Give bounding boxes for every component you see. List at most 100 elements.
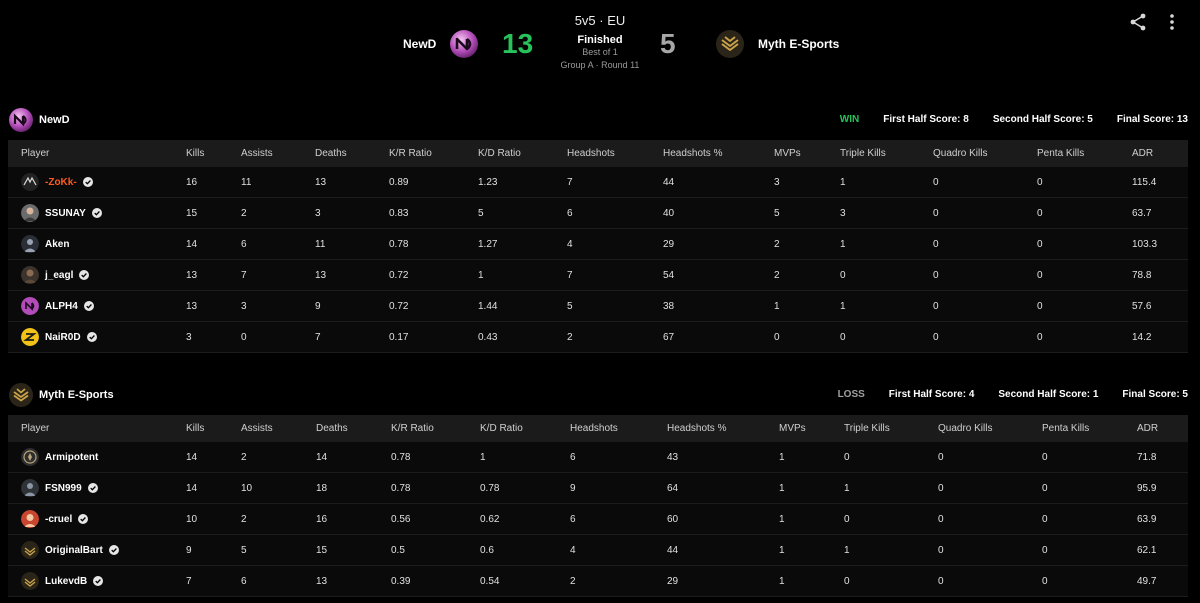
col-kills[interactable]: Kills — [186, 140, 241, 167]
stat-cell: 9 — [315, 290, 389, 322]
player-avatar[interactable] — [21, 204, 39, 222]
player-cell[interactable]: SSUNAY — [8, 197, 186, 229]
player-name[interactable]: SSUNAY — [45, 208, 86, 219]
player-info[interactable]: j_eagl — [21, 266, 186, 284]
table-row[interactable]: -cruel 10 2 16 0.56 0.62 6 60 1 0 0 0 63.9 — [8, 503, 1188, 535]
table-row[interactable]: Aken 14 6 11 0.78 1.27 4 29 2 1 0 0 103.3 — [8, 228, 1188, 260]
player-cell[interactable]: FSN999 — [8, 472, 186, 504]
col-headshots[interactable]: Headshots — [567, 140, 663, 167]
myth-esports-team-logo[interactable] — [8, 382, 34, 408]
player-info[interactable]: ALPH4 — [21, 297, 186, 315]
myth-esports-team-logo[interactable] — [715, 29, 745, 59]
player-name[interactable]: -cruel — [45, 514, 72, 525]
player-info[interactable]: FSN999 — [21, 479, 186, 497]
col-quadro-kills[interactable]: Quadro Kills — [933, 140, 1037, 167]
player-avatar[interactable] — [21, 235, 39, 253]
player-info[interactable]: Armipotent — [21, 448, 186, 466]
col-player[interactable]: Player — [8, 415, 186, 442]
table-row[interactable]: -ZoKk- 16 11 13 0.89 1.23 7 44 3 1 0 0 115.4 — [8, 167, 1188, 198]
player-avatar[interactable] — [21, 297, 39, 315]
player-cell[interactable]: NaiR0D — [8, 321, 186, 353]
more-vertical-icon[interactable] — [1162, 12, 1182, 32]
player-cell[interactable]: ALPH4 — [8, 290, 186, 322]
stat-cell: 13 — [315, 259, 389, 291]
player-cell[interactable]: j_eagl — [8, 259, 186, 291]
col-adr[interactable]: ADR — [1132, 140, 1188, 167]
col-quadro-kills[interactable]: Quadro Kills — [938, 415, 1042, 442]
player-avatar[interactable] — [21, 328, 39, 346]
stat-cell: 1.23 — [478, 167, 567, 198]
col-kd-ratio[interactable]: K/D Ratio — [480, 415, 570, 442]
player-cell[interactable]: -cruel — [8, 503, 186, 535]
verified-check-icon — [83, 301, 94, 311]
col-headshots[interactable]: Headshots — [570, 415, 667, 442]
player-info[interactable]: -ZoKk- — [21, 173, 186, 191]
col-triple-kills[interactable]: Triple Kills — [844, 415, 938, 442]
share-icon[interactable] — [1128, 12, 1148, 32]
col-mvps[interactable]: MVPs — [779, 415, 844, 442]
player-name[interactable]: Aken — [45, 239, 69, 250]
player-info[interactable]: Aken — [21, 235, 186, 253]
player-info[interactable]: LukevdB — [21, 572, 186, 590]
player-name[interactable]: NaiR0D — [45, 332, 81, 343]
col-assists[interactable]: Assists — [241, 140, 315, 167]
col-kills[interactable]: Kills — [186, 415, 241, 442]
col-headshots-pct[interactable]: Headshots % — [667, 415, 779, 442]
team-name[interactable]: NewD — [39, 114, 70, 126]
stats-table: Player Kills Assists Deaths K/R Ratio K/… — [8, 415, 1188, 597]
stat-cell: 6 — [241, 228, 315, 260]
player-info[interactable]: SSUNAY — [21, 204, 186, 222]
player-name[interactable]: LukevdB — [45, 576, 87, 587]
player-name[interactable]: ALPH4 — [45, 301, 78, 312]
table-row[interactable]: NaiR0D 3 0 7 0.17 0.43 2 67 0 0 0 0 14.2 — [8, 321, 1188, 353]
player-cell[interactable]: LukevdB — [8, 565, 186, 597]
col-deaths[interactable]: Deaths — [315, 140, 389, 167]
col-penta-kills[interactable]: Penta Kills — [1037, 140, 1132, 167]
table-row[interactable]: OriginalBart 9 5 15 0.5 0.6 4 44 1 1 0 0 62.1 — [8, 534, 1188, 566]
newd-team-logo[interactable] — [8, 107, 34, 133]
player-avatar[interactable] — [21, 448, 39, 466]
player-cell[interactable]: Armipotent — [8, 442, 186, 473]
col-adr[interactable]: ADR — [1137, 415, 1188, 442]
col-mvps[interactable]: MVPs — [774, 140, 840, 167]
team-right-name[interactable]: Myth E-Sports — [758, 37, 839, 51]
table-row[interactable]: FSN999 14 10 18 0.78 0.78 9 64 1 1 0 0 95.9 — [8, 472, 1188, 504]
player-avatar[interactable] — [21, 479, 39, 497]
table-row[interactable]: j_eagl 13 7 13 0.72 1 7 54 2 0 0 0 78.8 — [8, 259, 1188, 291]
player-name[interactable]: j_eagl — [45, 270, 73, 281]
col-assists[interactable]: Assists — [241, 415, 316, 442]
table-row[interactable]: LukevdB 7 6 13 0.39 0.54 2 29 1 0 0 0 49.7 — [8, 565, 1188, 597]
col-kr-ratio[interactable]: K/R Ratio — [391, 415, 480, 442]
col-headshots-pct[interactable]: Headshots % — [663, 140, 774, 167]
player-name[interactable]: FSN999 — [45, 483, 82, 494]
player-cell[interactable]: Aken — [8, 228, 186, 260]
player-name[interactable]: OriginalBart — [45, 545, 103, 556]
col-kd-ratio[interactable]: K/D Ratio — [478, 140, 567, 167]
player-avatar[interactable] — [21, 510, 39, 528]
stat-cell: 0 — [1042, 565, 1137, 597]
player-avatar[interactable] — [21, 266, 39, 284]
col-deaths[interactable]: Deaths — [316, 415, 391, 442]
player-avatar[interactable] — [21, 572, 39, 590]
col-penta-kills[interactable]: Penta Kills — [1042, 415, 1137, 442]
col-kr-ratio[interactable]: K/R Ratio — [389, 140, 478, 167]
team-left-name[interactable]: NewD — [403, 37, 436, 51]
stat-cell: 5 — [567, 290, 663, 322]
player-info[interactable]: NaiR0D — [21, 328, 186, 346]
player-info[interactable]: OriginalBart — [21, 541, 186, 559]
table-row[interactable]: Armipotent 14 2 14 0.78 1 6 43 1 0 0 0 71.8 — [8, 442, 1188, 473]
player-cell[interactable]: -ZoKk- — [8, 167, 186, 198]
table-row[interactable]: ALPH4 13 3 9 0.72 1.44 5 38 1 1 0 0 57.6 — [8, 290, 1188, 322]
team-name[interactable]: Myth E-Sports — [39, 389, 114, 401]
table-row[interactable]: SSUNAY 15 2 3 0.83 5 6 40 5 3 0 0 63.7 — [8, 197, 1188, 229]
player-name[interactable]: Armipotent — [45, 452, 98, 463]
player-name[interactable]: -ZoKk- — [45, 177, 77, 188]
player-avatar[interactable] — [21, 541, 39, 559]
col-triple-kills[interactable]: Triple Kills — [840, 140, 933, 167]
stat-cell: 1 — [840, 290, 933, 322]
player-info[interactable]: -cruel — [21, 510, 186, 528]
player-cell[interactable]: OriginalBart — [8, 534, 186, 566]
newd-team-logo[interactable] — [449, 29, 479, 59]
col-player[interactable]: Player — [8, 140, 186, 167]
player-avatar[interactable] — [21, 173, 39, 191]
